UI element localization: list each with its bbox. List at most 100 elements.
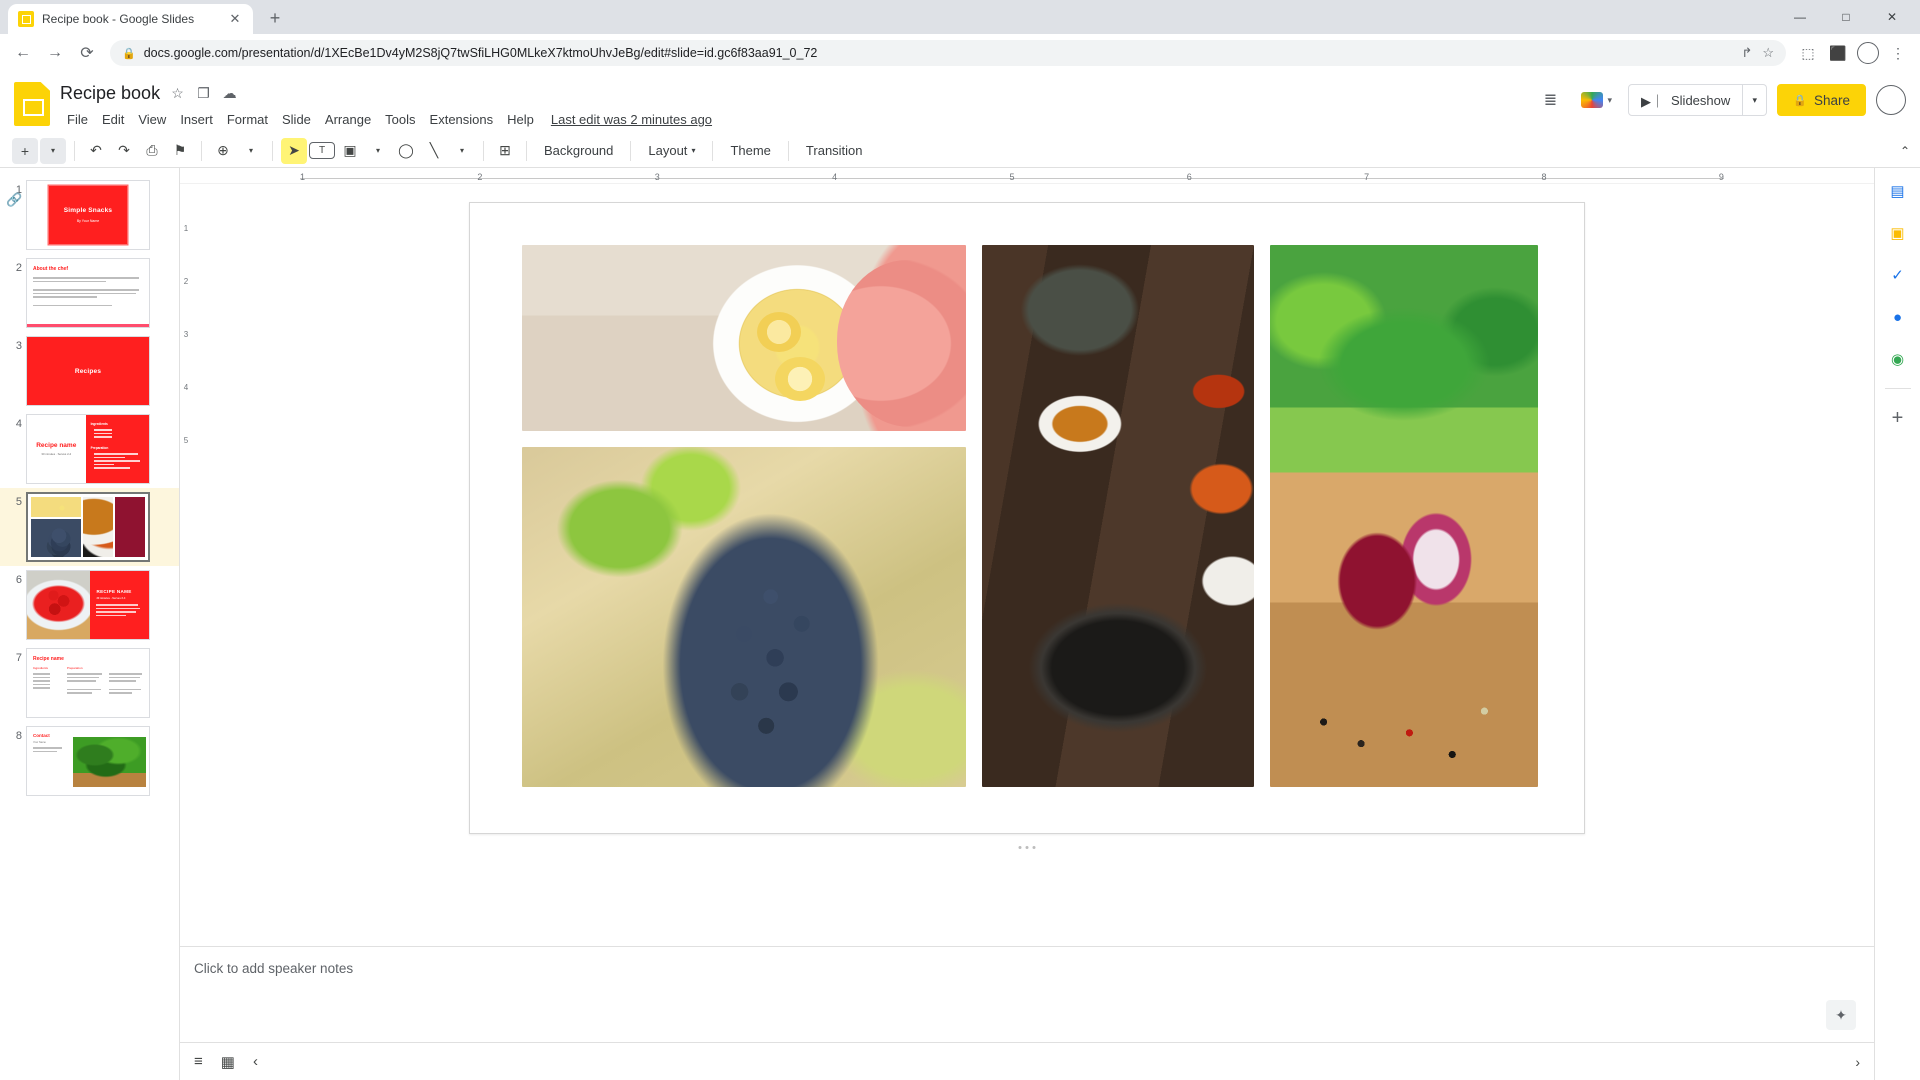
forward-icon[interactable]: → (40, 38, 70, 68)
new-slide-button[interactable]: + (12, 137, 38, 164)
redo-icon[interactable]: ↷ (111, 138, 137, 164)
photo-red-onion-peppercorns[interactable] (1270, 245, 1538, 787)
zoom-caret-icon[interactable]: ▾ (238, 138, 264, 164)
line-caret-icon[interactable]: ▾ (449, 138, 475, 164)
undo-icon[interactable]: ↶ (83, 138, 109, 164)
text-box-icon[interactable]: T (309, 142, 335, 159)
filmstrip-slide-7[interactable]: 7 Recipe name Ingredients Preparation (0, 644, 179, 722)
reload-icon[interactable]: ⟳ (72, 38, 102, 68)
menu-help[interactable]: Help (500, 109, 541, 130)
slide-thumbnail[interactable]: Ingredients Preparation Recipe name 30 m… (26, 414, 150, 484)
filmstrip-slide-4[interactable]: 4 Ingredients Preparation Recipe name 30… (0, 410, 179, 488)
slide-thumbnail[interactable]: Simple Snacks By Your Name (26, 180, 150, 250)
thumb-photo-tea (31, 497, 81, 517)
transition-button[interactable]: Transition (797, 138, 872, 164)
menu-format[interactable]: Format (220, 109, 275, 130)
thumb-body-lines (33, 747, 67, 754)
filmstrip-slide-3[interactable]: 3 Recipes (0, 332, 179, 410)
line-icon[interactable]: ╲ (421, 138, 447, 164)
slide-thumbnail[interactable]: RECIPE NAME 30 minutes · Serves 2-4 (26, 570, 150, 640)
current-slide-canvas[interactable] (469, 202, 1585, 849)
browser-tab[interactable]: Recipe book - Google Slides ✕ (8, 4, 253, 34)
layout-button[interactable]: Layout ▾ (639, 138, 704, 164)
slide-thumbnail[interactable]: Recipes (26, 336, 150, 406)
google-keep-icon[interactable]: ▣ (1885, 220, 1911, 246)
chrome-menu-icon[interactable]: ⋮ (1884, 39, 1912, 67)
move-to-folder-icon[interactable]: ❐ (195, 85, 212, 102)
zoom-icon[interactable]: ⊕ (210, 138, 236, 164)
photo-grapes-vine[interactable] (522, 447, 966, 787)
filmstrip-slide-1[interactable]: 1 Simple Snacks By Your Name (0, 176, 179, 254)
profile-avatar[interactable] (1854, 39, 1882, 67)
back-icon[interactable]: ← (8, 38, 38, 68)
close-window-button[interactable]: ✕ (1870, 4, 1914, 30)
insert-image-caret-icon[interactable]: ▾ (365, 138, 391, 164)
shape-icon[interactable]: ◯ (393, 138, 419, 164)
share-page-icon[interactable]: ↱ (1741, 45, 1752, 61)
close-tab-icon[interactable]: ✕ (227, 11, 243, 27)
photo-lemon-ginger-tea[interactable] (522, 245, 966, 431)
google-contacts-icon[interactable]: ● (1885, 304, 1911, 330)
slideshow-button[interactable]: ▶｜ Slideshow (1628, 84, 1744, 116)
google-calendar-icon[interactable]: ▤ (1885, 178, 1911, 204)
speaker-notes-area[interactable]: Click to add speaker notes ✦ (180, 946, 1874, 1042)
address-bar[interactable]: 🔒 docs.google.com/presentation/d/1XEcBe1… (110, 40, 1786, 66)
slide-filmstrip[interactable]: 1 Simple Snacks By Your Name 2 About the… (0, 168, 180, 1080)
menu-edit[interactable]: Edit (95, 109, 131, 130)
background-button[interactable]: Background (535, 138, 622, 164)
google-tasks-icon[interactable]: ✓ (1885, 262, 1911, 288)
thumb-title: Recipes (74, 367, 102, 375)
menu-slide[interactable]: Slide (275, 109, 318, 130)
add-comment-icon[interactable]: ⊞ (492, 138, 518, 164)
google-maps-icon[interactable]: ◉ (1885, 346, 1911, 372)
menu-file[interactable]: File (60, 109, 95, 130)
google-meet-button[interactable]: ▾ (1575, 85, 1618, 115)
grid-view-icon[interactable]: ▦ (221, 1053, 235, 1071)
link-icon[interactable]: 🔗 (6, 192, 22, 208)
filmstrip-view-icon[interactable]: ≡ (194, 1053, 203, 1070)
collapse-toolbar-icon[interactable]: ⌃ (1900, 144, 1910, 158)
star-icon[interactable]: ☆ (169, 85, 186, 102)
filmstrip-slide-2[interactable]: 2 About the chef (0, 254, 179, 332)
menu-tools[interactable]: Tools (378, 109, 422, 130)
canvas-area[interactable]: 1 2 3 4 5 (180, 184, 1874, 946)
new-slide-caret-icon[interactable]: ▾ (40, 137, 66, 164)
filmstrip-slide-5[interactable]: 5 (0, 488, 179, 566)
account-avatar[interactable] (1876, 85, 1906, 115)
maximize-window-button[interactable]: □ (1824, 4, 1868, 30)
select-tool-icon[interactable]: ➤ (281, 137, 307, 164)
paint-format-icon[interactable]: ⚑ (167, 138, 193, 164)
thumb-collage (31, 497, 145, 557)
menu-extensions[interactable]: Extensions (423, 109, 501, 130)
comment-history-icon[interactable]: ≣ (1535, 85, 1565, 115)
extensions-icon[interactable]: ⬚ (1794, 39, 1822, 67)
slide-thumbnail[interactable]: About the chef (26, 258, 150, 328)
side-panel-icon[interactable]: ⬛ (1824, 39, 1852, 67)
slide-thumbnail[interactable]: Recipe name Ingredients Preparation (26, 648, 150, 718)
document-title[interactable]: Recipe book (60, 83, 160, 104)
ruler-tick: 5 (183, 436, 189, 445)
cloud-saved-icon[interactable]: ☁ (221, 85, 238, 102)
expand-panel-icon[interactable]: › (1855, 1054, 1860, 1070)
menu-arrange[interactable]: Arrange (318, 109, 378, 130)
print-icon[interactable]: ⎙ (139, 138, 165, 164)
explore-button[interactable]: ✦ (1826, 1000, 1856, 1030)
last-edit-link[interactable]: Last edit was 2 minutes ago (551, 112, 712, 127)
menu-view[interactable]: View (131, 109, 173, 130)
slideshow-options-caret-icon[interactable]: ▾ (1743, 84, 1768, 116)
minimize-window-button[interactable]: — (1778, 4, 1822, 30)
add-ons-icon[interactable]: + (1885, 405, 1911, 431)
google-slides-logo-icon[interactable] (14, 82, 50, 126)
photo-mortar-pestle-spices[interactable] (981, 245, 1255, 787)
share-button[interactable]: 🔒 Share (1777, 84, 1866, 116)
filmstrip-slide-8[interactable]: 8 Contact Your Name (0, 722, 179, 800)
filmstrip-slide-6[interactable]: 6 RECIPE NAME 30 minutes · Serves 2-4 (0, 566, 179, 644)
insert-image-icon[interactable]: ▣ (337, 138, 363, 164)
collapse-filmstrip-icon[interactable]: ‹ (253, 1053, 258, 1070)
slide-thumbnail[interactable]: Contact Your Name (26, 726, 150, 796)
theme-button[interactable]: Theme (721, 138, 779, 164)
slide-thumbnail[interactable] (26, 492, 150, 562)
menu-insert[interactable]: Insert (173, 109, 220, 130)
new-tab-button[interactable]: + (261, 4, 289, 32)
bookmark-star-icon[interactable]: ☆ (1762, 45, 1774, 61)
